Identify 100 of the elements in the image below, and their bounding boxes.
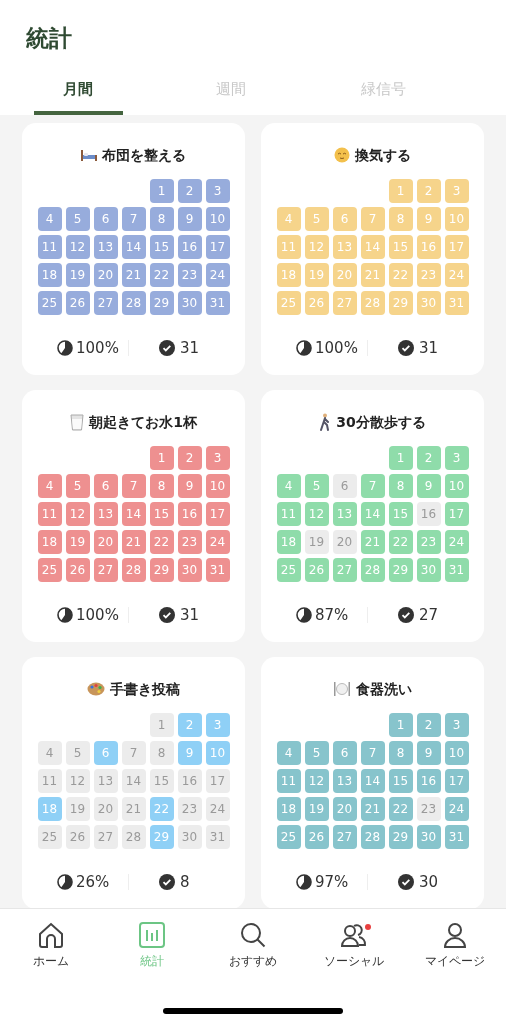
day-cell: 2	[177, 179, 202, 203]
day-cell: 27	[93, 291, 118, 315]
day-cell: 15	[388, 502, 413, 526]
completion-rate: 100%	[76, 337, 120, 359]
walking-person-icon	[319, 413, 332, 431]
day-cell: 12	[65, 235, 90, 259]
habit-card[interactable]: 30分散歩する 1 2 3 4 5 6 7 8 9 10 11 12 13 14 15 16 17 18 19 20 21 22 23 24 25 26 27 28 29 30 31 87% 27	[261, 390, 484, 642]
day-cell: 7	[121, 207, 146, 231]
completed-count: 31	[180, 604, 201, 626]
bed-icon	[81, 148, 97, 162]
day-cell: 17	[205, 502, 230, 526]
day-cell: 6	[332, 474, 357, 498]
day-cell: 26	[304, 291, 329, 315]
day-cell: 30	[416, 825, 441, 849]
habit-card[interactable]: 朝起きてお水1杯 1 2 3 4 5 6 7 8 9 10 11 12 13 14 15 16 17 18 19 20 21 22 23 24 25 26 27 28 29 30 31 100% 31	[22, 390, 245, 642]
day-cell: 27	[332, 558, 357, 582]
day-cell: 11	[37, 235, 62, 259]
day-cell: 15	[149, 769, 174, 793]
habit-card[interactable]: 布団を整える 1 2 3 4 5 6 7 8 9 10 11 12 13 14 15 16 17 18 19 20 21 22 23 24 25 26 27 28 29 30 31 100% 31	[22, 123, 245, 375]
completion-rate: 100%	[76, 604, 120, 626]
day-cell: 22	[388, 530, 413, 554]
check-circle-icon	[398, 874, 414, 890]
day-cell: 10	[444, 207, 469, 231]
day-cell: 1	[149, 713, 174, 737]
day-cell: 1	[388, 446, 413, 470]
day-cell: 27	[332, 825, 357, 849]
day-cell: 21	[360, 797, 385, 821]
day-cell: 1	[388, 713, 413, 737]
day-cell: 31	[444, 825, 469, 849]
pie-chart-icon	[296, 340, 312, 356]
nav-tab[interactable]: おすすめ	[202, 921, 304, 984]
day-cell: 2	[177, 446, 202, 470]
day-cell: 16	[177, 235, 202, 259]
day-cell: 6	[93, 474, 118, 498]
day-cell: 13	[93, 769, 118, 793]
check-circle-icon	[159, 874, 175, 890]
day-cell: 28	[121, 558, 146, 582]
nav-tab[interactable]: ホーム	[0, 921, 102, 984]
day-cell: 30	[177, 291, 202, 315]
nav-tab[interactable]: マイページ	[404, 921, 506, 984]
completed-count: 31	[419, 337, 440, 359]
day-cell: 1	[388, 179, 413, 203]
day-cell: 23	[177, 797, 202, 821]
page-title: 統計	[26, 24, 72, 53]
day-cell: 26	[65, 558, 90, 582]
day-cell: 16	[177, 502, 202, 526]
day-cell: 2	[416, 446, 441, 470]
day-cell: 30	[416, 291, 441, 315]
day-cell: 9	[416, 207, 441, 231]
day-cell: 17	[444, 235, 469, 259]
day-cell: 28	[121, 291, 146, 315]
day-cell: 9	[177, 741, 202, 765]
day-cell: 11	[276, 502, 301, 526]
habit-card[interactable]: 換気する 1 2 3 4 5 6 7 8 9 10 11 12 13 14 15 16 17 18 19 20 21 22 23 24 25 26 27 28 29 30 31 100% 31	[261, 123, 484, 375]
day-cell: 1	[149, 446, 174, 470]
habit-card[interactable]: 手書き投稿 1 2 3 4 5 6 7 8 9 10 11 12 13 14 15 16 17 18 19 20 21 22 23 24 25 26 27 28 29 30 31 26% 8	[22, 657, 245, 908]
day-cell: 9	[416, 741, 441, 765]
day-cell: 24	[444, 263, 469, 287]
day-cell: 23	[177, 530, 202, 554]
day-cell: 18	[37, 263, 62, 287]
day-cell: 12	[304, 769, 329, 793]
habit-title: 30分散歩する	[336, 412, 426, 432]
day-cell: 22	[388, 797, 413, 821]
day-cell: 10	[205, 474, 230, 498]
day-cell: 14	[121, 502, 146, 526]
habit-card[interactable]: 食器洗い 1 2 3 4 5 6 7 8 9 10 11 12 13 14 15 16 17 18 19 20 21 22 23 24 25 26 27 28 29 30 31 97% 30	[261, 657, 484, 908]
day-cell: 13	[332, 502, 357, 526]
day-cell: 15	[149, 502, 174, 526]
day-cell: 4	[276, 741, 301, 765]
day-cell: 2	[416, 713, 441, 737]
bar-chart-icon	[137, 921, 166, 949]
day-cell: 30	[177, 558, 202, 582]
day-cell: 20	[93, 797, 118, 821]
day-cell: 6	[93, 207, 118, 231]
day-cell: 3	[205, 446, 230, 470]
day-cell: 16	[416, 769, 441, 793]
check-circle-icon	[159, 607, 175, 623]
habit-title: 食器洗い	[356, 679, 412, 699]
day-cell: 22	[149, 797, 174, 821]
day-cell: 5	[304, 741, 329, 765]
day-cell: 8	[149, 741, 174, 765]
check-circle-icon	[398, 607, 414, 623]
completion-rate: 26%	[76, 871, 111, 893]
day-cell: 25	[37, 558, 62, 582]
day-cell: 16	[416, 502, 441, 526]
pie-chart-icon	[57, 607, 73, 623]
day-cell: 5	[65, 474, 90, 498]
day-cell: 25	[276, 558, 301, 582]
day-cell: 24	[205, 263, 230, 287]
completed-count: 27	[419, 604, 440, 626]
day-cell: 16	[177, 769, 202, 793]
day-cell: 17	[444, 502, 469, 526]
day-cell: 4	[37, 207, 62, 231]
nav-tab[interactable]: ソーシャル	[303, 921, 405, 984]
day-cell: 8	[149, 474, 174, 498]
day-cell: 20	[93, 530, 118, 554]
day-cell: 14	[121, 235, 146, 259]
day-cell: 19	[65, 530, 90, 554]
day-cell: 20	[93, 263, 118, 287]
habit-title: 布団を整える	[102, 145, 186, 165]
